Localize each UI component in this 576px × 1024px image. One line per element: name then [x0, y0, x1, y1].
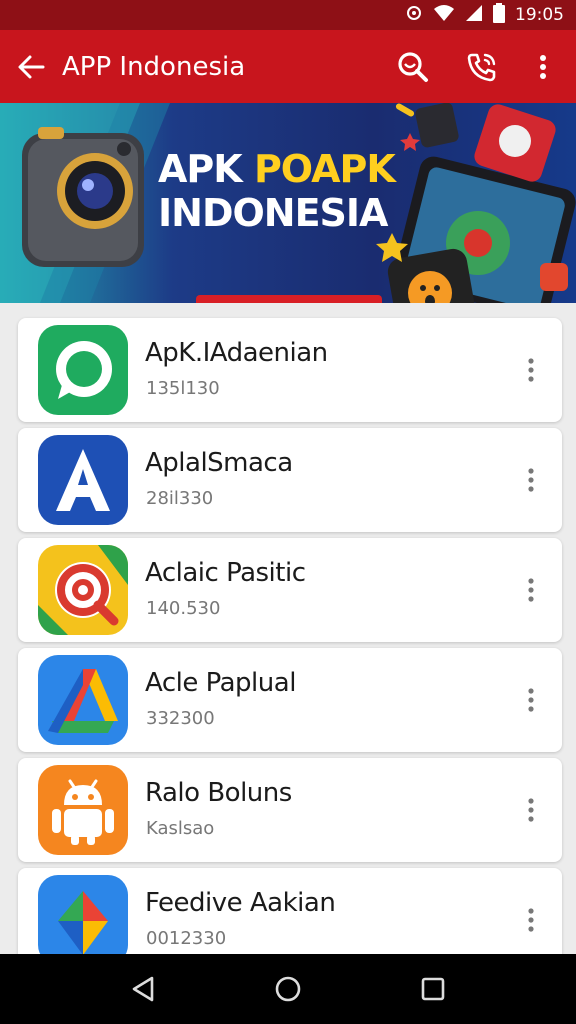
camera-illustration: [22, 127, 144, 267]
promo-banner[interactable]: APK POAPK INDONESIA: [0, 103, 576, 303]
search-icon: [398, 51, 428, 82]
item-menu-button[interactable]: [516, 570, 546, 610]
app-name: ApK.IAdaenian: [145, 338, 328, 368]
item-menu-button[interactable]: [516, 460, 546, 500]
nav-recents-button[interactable]: [403, 959, 463, 1019]
list-item[interactable]: Ralo Boluns Kaslsao: [18, 758, 562, 862]
app-name: Acle Paplual: [145, 668, 296, 698]
item-menu-button[interactable]: [516, 790, 546, 830]
chat-bubble-icon: [38, 325, 128, 415]
android-icon: [38, 765, 128, 855]
page-title: APP Indonesia: [62, 51, 246, 82]
more-vertical-icon: [528, 468, 534, 492]
letter-a-icon: [38, 435, 128, 525]
item-menu-button[interactable]: [516, 900, 546, 940]
call-button[interactable]: [458, 43, 506, 91]
more-vertical-icon: [528, 908, 534, 932]
item-menu-button[interactable]: [516, 680, 546, 720]
status-bar: 19:05: [0, 0, 576, 30]
circle-home-icon: [275, 976, 301, 1002]
list-item[interactable]: ApK.IAdaenian 135l130: [18, 318, 562, 422]
nav-back-button[interactable]: [113, 959, 173, 1019]
wifi-icon: [433, 4, 455, 27]
app-bar: APP Indonesia: [0, 30, 576, 103]
nav-home-button[interactable]: [258, 959, 318, 1019]
list-item[interactable]: AplalSmaca 28il330: [18, 428, 562, 532]
back-button[interactable]: [0, 30, 62, 103]
more-vertical-icon: [528, 578, 534, 602]
more-vertical-icon: [528, 358, 534, 382]
square-recents-icon: [422, 977, 445, 1001]
app-meta: 0012330: [146, 928, 227, 949]
app-name: AplalSmaca: [145, 448, 293, 478]
app-name: Feedive Aakian: [145, 888, 336, 918]
app-name: Ralo Boluns: [145, 778, 292, 808]
app-meta: 28il330: [146, 488, 214, 509]
more-vertical-icon: [540, 54, 546, 79]
drive-triangle-icon: [38, 655, 128, 745]
app-name: Aclaic Pasitic: [145, 558, 306, 588]
signal-icon: [465, 4, 483, 27]
item-menu-button[interactable]: [516, 350, 546, 390]
arrow-left-icon: [18, 55, 45, 78]
banner-indicator: [196, 295, 382, 303]
diamond-icon: [38, 875, 128, 965]
list-item[interactable]: Acle Paplual 332300: [18, 648, 562, 752]
app-meta: Kaslsao: [146, 818, 215, 839]
app-meta: 332300: [146, 708, 215, 729]
system-nav-bar: [0, 954, 576, 1024]
battery-icon: [493, 2, 505, 28]
overflow-menu-button[interactable]: [528, 43, 558, 91]
search-button[interactable]: [388, 43, 436, 91]
phone-icon: [467, 53, 496, 81]
status-time: 19:05: [515, 5, 564, 25]
app-meta: 135l130: [146, 378, 220, 399]
list-item[interactable]: Aclaic Pasitic 140.530: [18, 538, 562, 642]
more-vertical-icon: [528, 688, 534, 712]
triangle-back-icon: [132, 976, 153, 1002]
spiral-icon: [38, 545, 128, 635]
more-vertical-icon: [528, 798, 534, 822]
app-list: ApK.IAdaenian 135l130 AplalSmaca 28il330…: [18, 318, 562, 978]
banner-title: APK POAPK INDONESIA: [158, 147, 396, 235]
app-meta: 140.530: [146, 598, 221, 619]
sync-icon: [405, 4, 423, 27]
